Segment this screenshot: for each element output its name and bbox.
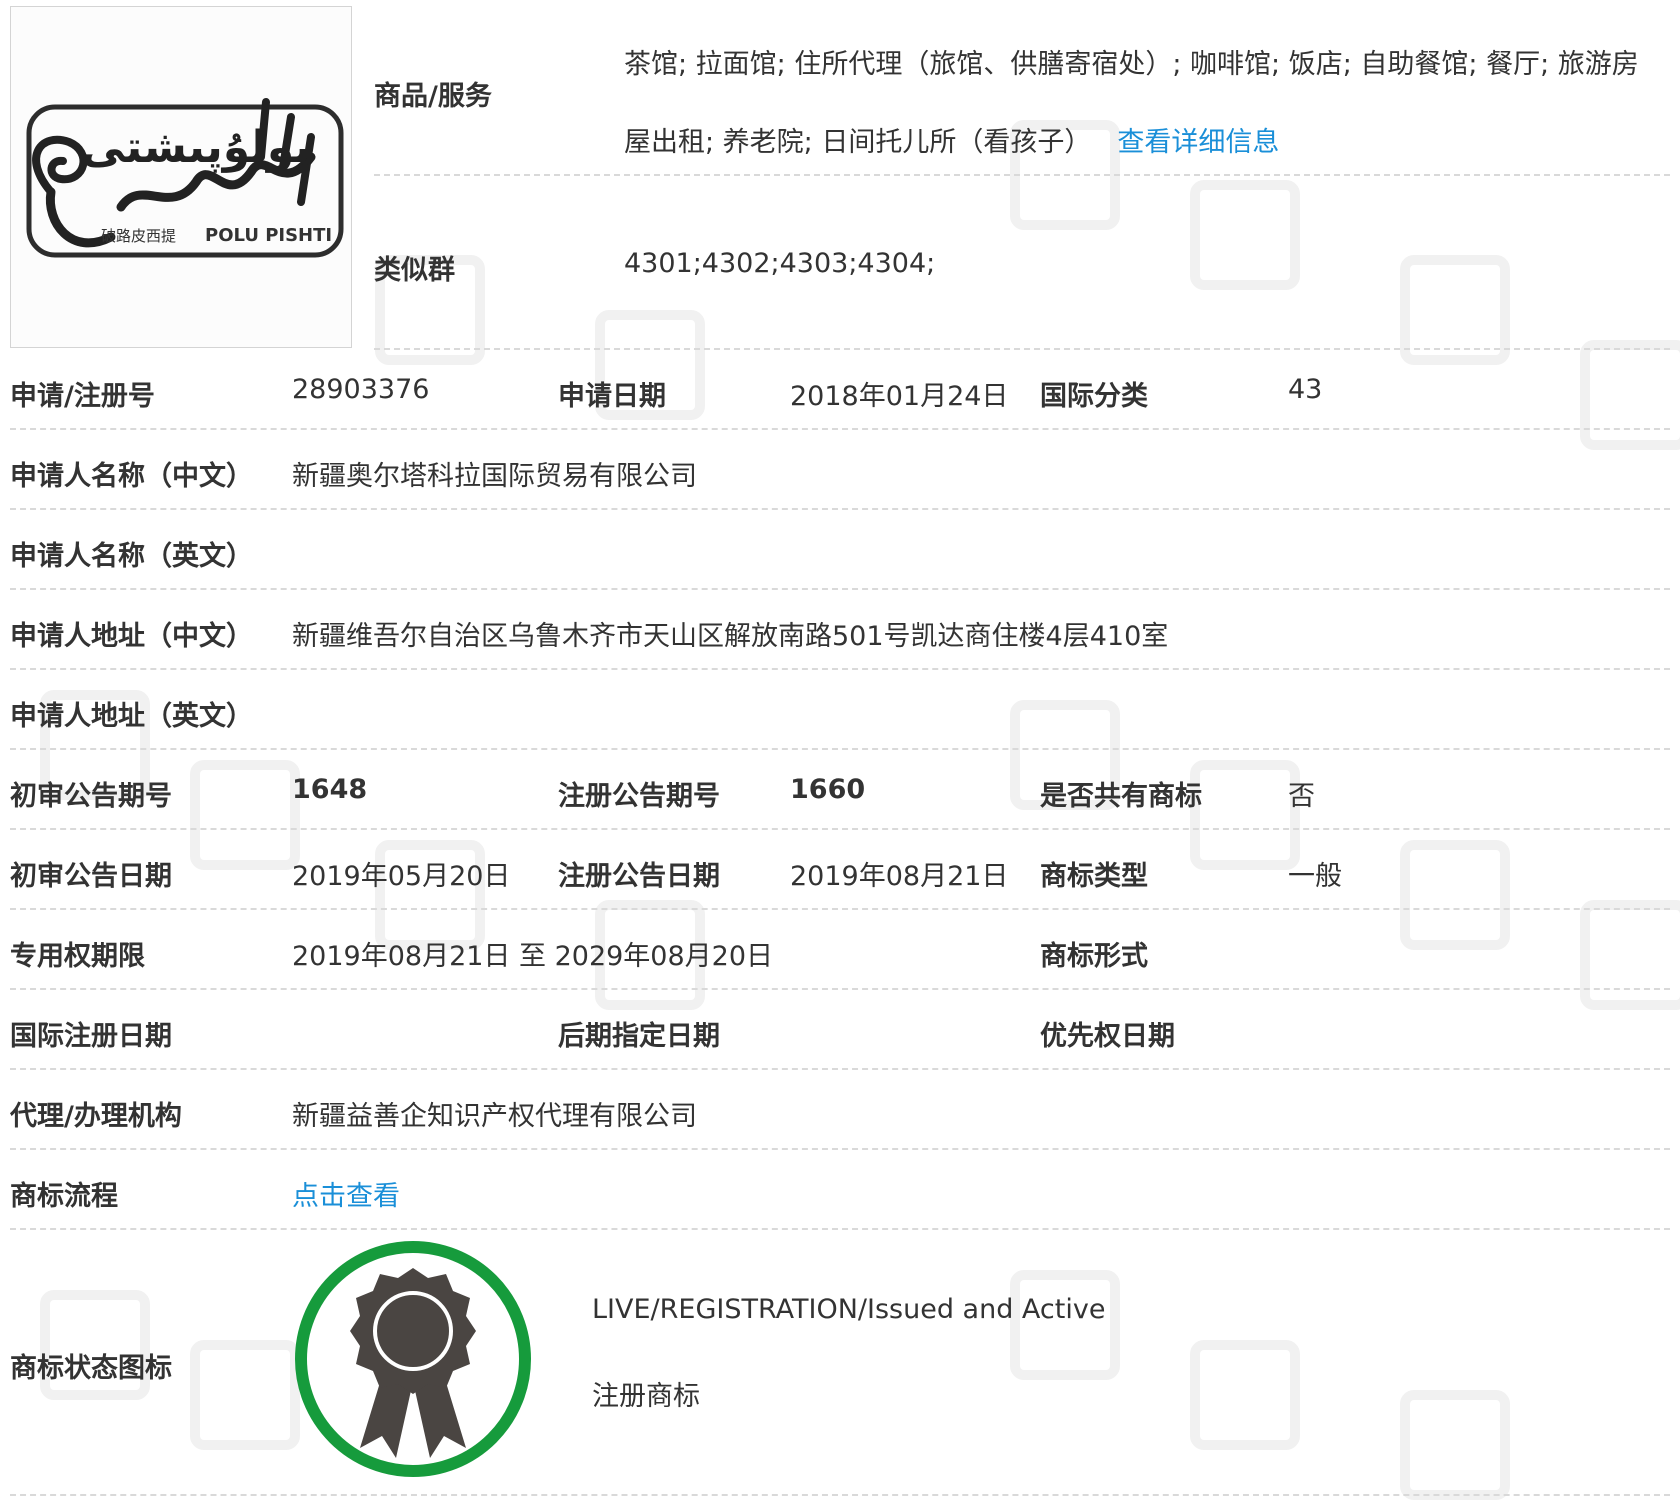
separator [10, 1148, 1670, 1150]
separator [10, 668, 1670, 670]
separator [10, 428, 1670, 430]
goods-services-label: 商品/服务 [374, 81, 492, 112]
prelim-no-value: 1648 [292, 774, 368, 805]
similar-group-label: 类似群 [374, 255, 455, 286]
tm-form-label: 商标形式 [1040, 941, 1148, 972]
logo-latin-text: POLU PISHTI [205, 225, 332, 246]
exclusive-label: 专用权期限 [10, 941, 145, 972]
shared-value: 否 [1288, 781, 1315, 812]
exclusive-value: 2019年08月21日 至 2029年08月20日 [292, 941, 774, 972]
intl-reg-date-label: 国际注册日期 [10, 1021, 172, 1052]
priority-date-label: 优先权日期 [1040, 1021, 1175, 1052]
address-cn-label: 申请人地址（中文） [10, 621, 253, 652]
later-date-label: 后期指定日期 [558, 1021, 720, 1052]
process-label: 商标流程 [10, 1181, 118, 1212]
separator [10, 1068, 1670, 1070]
reg-pub-no-label: 注册公告期号 [558, 781, 720, 812]
reg-pub-date-value: 2019年08月21日 [790, 861, 1009, 892]
shared-label: 是否共有商标 [1040, 781, 1202, 812]
reg-no-label: 申请/注册号 [10, 381, 155, 412]
logo-chinese-text: 破路皮西提 [101, 227, 176, 245]
prelim-date-value: 2019年05月20日 [292, 861, 511, 892]
status-en: LIVE/REGISTRATION/Issued and Active [592, 1294, 1106, 1325]
intl-class-label: 国际分类 [1040, 381, 1148, 412]
applicant-cn-label: 申请人名称（中文） [10, 461, 253, 492]
address-cn-value: 新疆维吾尔自治区乌鲁木齐市天山区解放南路501号凯达商住楼4层410室 [292, 621, 1169, 652]
agency-value: 新疆益善企知识产权代理有限公司 [292, 1101, 697, 1132]
status-label: 商标状态图标 [10, 1353, 172, 1384]
separator [374, 174, 1670, 176]
agency-label: 代理/办理机构 [10, 1101, 182, 1132]
process-link[interactable]: 点击查看 [292, 1174, 400, 1213]
app-date-label: 申请日期 [558, 381, 666, 412]
reg-no-value: 28903376 [292, 374, 430, 405]
separator [10, 988, 1670, 990]
prelim-date-label: 初审公告日期 [10, 861, 172, 892]
logo-script-text: پولۇپىشتى [81, 122, 311, 173]
reg-pub-date-label: 注册公告日期 [558, 861, 720, 892]
separator [374, 348, 1670, 350]
tm-type-label: 商标类型 [1040, 861, 1148, 892]
separator [10, 588, 1670, 590]
separator [10, 1494, 1670, 1496]
award-ribbon-icon [290, 1236, 536, 1482]
separator [10, 908, 1670, 910]
tm-type-value: 一般 [1288, 861, 1342, 892]
trademark-logo: پولۇپىشتى 破路皮西提 POLU PISHTI [26, 98, 344, 258]
reg-pub-no-value: 1660 [790, 774, 866, 805]
separator [10, 828, 1670, 830]
goods-services-value: 茶馆; 拉面馆; 住所代理（旅馆、供膳寄宿处）; 咖啡馆; 饭店; 自助餐馆; … [624, 26, 1664, 182]
intl-class-value: 43 [1288, 374, 1323, 405]
similar-group-value: 4301;4302;4303;4304; [624, 248, 936, 279]
address-en-label: 申请人地址（英文） [10, 701, 253, 732]
applicant-en-label: 申请人名称（英文） [10, 541, 253, 572]
separator [10, 1228, 1670, 1230]
view-details-link[interactable]: 查看详细信息 [1117, 127, 1279, 158]
trademark-image: پولۇپىشتى 破路皮西提 POLU PISHTI [10, 6, 352, 348]
prelim-no-label: 初审公告期号 [10, 781, 172, 812]
app-date-value: 2018年01月24日 [790, 381, 1009, 412]
separator [10, 748, 1670, 750]
status-cn: 注册商标 [592, 1381, 700, 1412]
applicant-cn-value: 新疆奥尔塔科拉国际贸易有限公司 [292, 461, 697, 492]
separator [10, 508, 1670, 510]
